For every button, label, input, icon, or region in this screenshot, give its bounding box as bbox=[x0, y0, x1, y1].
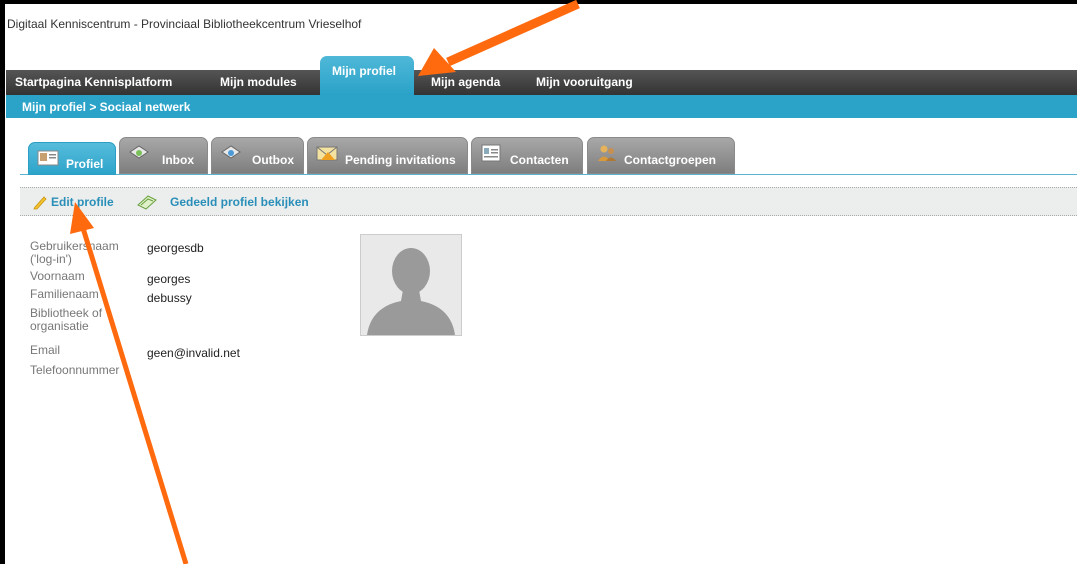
field-label-gebruikersnaam: Gebruikersnaam ('log-in') bbox=[30, 239, 119, 266]
field-value-familienaam: debussy bbox=[147, 291, 192, 305]
main-navbar: Startpagina Kennisplatform Mijn modules … bbox=[6, 70, 1077, 95]
breadcrumb: Mijn profiel > Sociaal netwerk bbox=[6, 95, 1077, 118]
tab-outbox[interactable]: Outbox bbox=[211, 137, 304, 174]
nav-item-modules[interactable]: Mijn modules bbox=[220, 75, 297, 89]
tab-label: Inbox bbox=[162, 153, 194, 167]
avatar bbox=[360, 234, 462, 336]
tab-divider bbox=[20, 174, 1077, 175]
id-card-icon bbox=[37, 150, 59, 166]
nav-item-vooruitgang[interactable]: Mijn vooruitgang bbox=[536, 75, 633, 89]
view-shared-profile-link[interactable]: Gedeeld profiel bekijken bbox=[170, 195, 309, 209]
field-label-familienaam: Familienaam bbox=[30, 287, 99, 301]
tab-profiel[interactable]: Profiel bbox=[28, 142, 116, 175]
tab-pending-invitations[interactable]: Pending invitations bbox=[307, 137, 468, 174]
contacts-card-icon bbox=[481, 144, 501, 162]
tab-inbox[interactable]: Inbox bbox=[119, 137, 208, 174]
tab-contactgroepen[interactable]: Contactgroepen bbox=[587, 137, 735, 174]
tab-contacten[interactable]: Contacten bbox=[471, 137, 583, 174]
field-label-email: Email bbox=[30, 343, 61, 357]
outbox-icon bbox=[221, 145, 241, 159]
shared-profile-icon bbox=[137, 195, 157, 210]
field-value-gebruikersnaam: georgesdb bbox=[147, 241, 204, 255]
field-label-bibliotheek: Bibliotheek of organisatie bbox=[30, 306, 103, 333]
pencil-icon bbox=[33, 196, 47, 210]
nav-item-mijn-profiel[interactable]: Mijn profiel bbox=[320, 56, 414, 95]
contact-group-icon bbox=[598, 145, 616, 161]
field-value-voornaam: georges bbox=[147, 272, 191, 286]
profile-toolbar: Edit profile Gedeeld profiel bekijken bbox=[20, 187, 1077, 216]
field-label-telefoonnummer: Telefoonnummer bbox=[30, 363, 120, 377]
tab-label: Contacten bbox=[510, 153, 569, 167]
tab-label: Pending invitations bbox=[345, 153, 456, 167]
invitation-icon bbox=[316, 146, 338, 161]
nav-item-startpagina[interactable]: Startpagina Kennisplatform bbox=[15, 75, 172, 89]
tab-label: Outbox bbox=[252, 153, 294, 167]
nav-item-agenda[interactable]: Mijn agenda bbox=[431, 75, 500, 89]
default-avatar-icon bbox=[361, 235, 461, 335]
tab-label: Profiel bbox=[66, 157, 104, 171]
site-title: Digitaal Kenniscentrum - Provinciaal Bib… bbox=[7, 17, 362, 31]
edit-profile-link[interactable]: Edit profile bbox=[51, 195, 114, 209]
field-label-voornaam: Voornaam bbox=[30, 269, 85, 283]
inbox-icon bbox=[129, 145, 149, 159]
field-value-email: geen@invalid.net bbox=[147, 346, 240, 360]
tab-label: Contactgroepen bbox=[624, 153, 717, 167]
